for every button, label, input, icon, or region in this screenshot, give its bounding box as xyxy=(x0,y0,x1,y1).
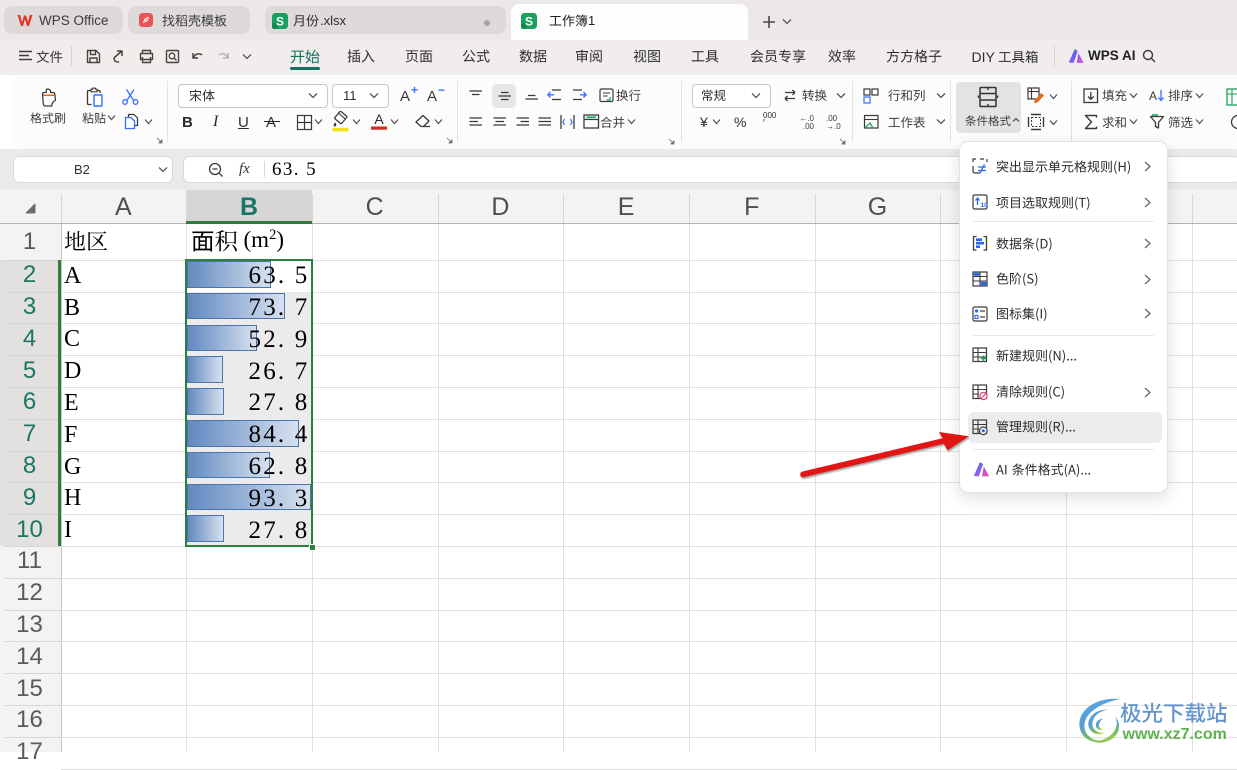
svg-text:→.0: →.0 xyxy=(826,122,841,129)
svg-text:A: A xyxy=(374,111,384,127)
svg-text:S: S xyxy=(276,14,284,28)
svg-text:A: A xyxy=(1149,89,1157,103)
svg-text:10: 10 xyxy=(981,202,989,209)
svg-text:.00: .00 xyxy=(803,122,814,129)
svg-text:S: S xyxy=(525,14,533,28)
